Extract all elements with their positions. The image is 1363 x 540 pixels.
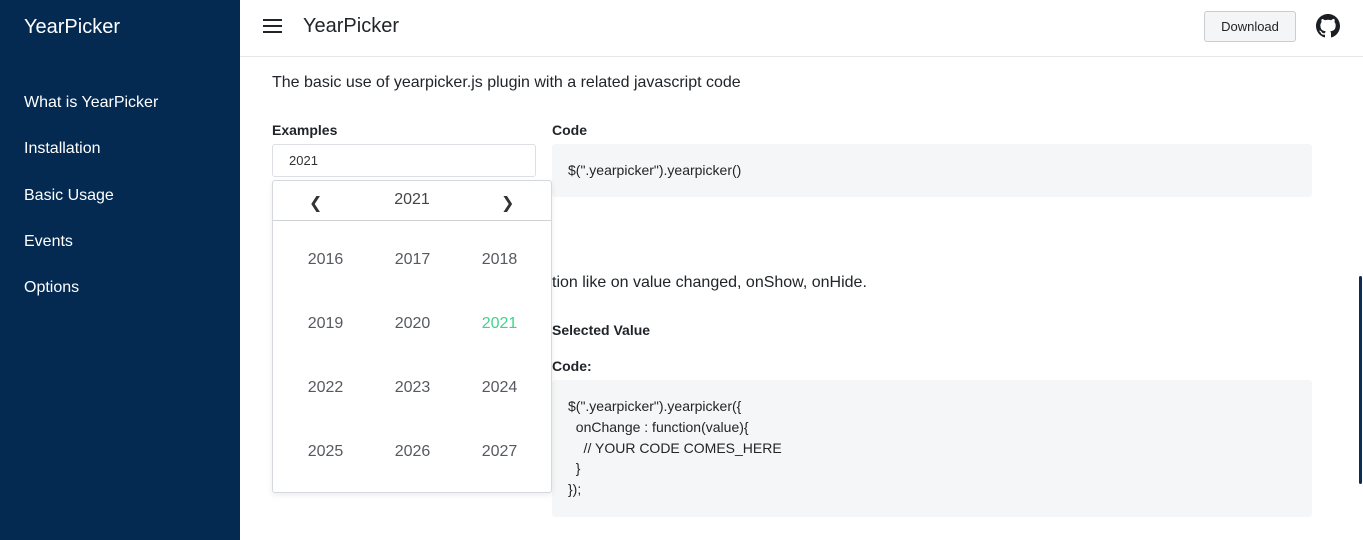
year-cell-2022[interactable]: 2022 bbox=[282, 379, 369, 397]
year-cell-2016[interactable]: 2016 bbox=[282, 251, 369, 269]
events-description: tion like on value changed, onShow, onHi… bbox=[552, 274, 867, 291]
intro-text: The basic use of yearpicker.js plugin wi… bbox=[272, 74, 741, 91]
next-year-chevron-icon[interactable]: ❯ bbox=[501, 193, 514, 213]
year-picker-dropdown: ❮ 2021 ❯ 2016 2017 2018 2019 2020 2021 2022 202… bbox=[272, 180, 552, 493]
year-picker-header: ❮ 2021 ❯ bbox=[273, 181, 551, 221]
year-cell-2019[interactable]: 2019 bbox=[282, 315, 369, 333]
examples-label: Examples bbox=[272, 122, 338, 138]
year-cell-2023[interactable]: 2023 bbox=[369, 379, 456, 397]
code-text-basic: $(".yearpicker").yearpicker() bbox=[568, 162, 742, 178]
sidebar-item-options[interactable]: Options bbox=[24, 279, 79, 297]
year-cell-2018[interactable]: 2018 bbox=[456, 251, 543, 269]
sidebar-item-what-is-yearpicker[interactable]: What is YearPicker bbox=[24, 94, 158, 112]
sidebar-item-basic-usage[interactable]: Basic Usage bbox=[24, 187, 114, 205]
year-cell-2024[interactable]: 2024 bbox=[456, 379, 543, 397]
sidebar-item-installation[interactable]: Installation bbox=[24, 140, 101, 158]
hamburger-menu-icon[interactable] bbox=[263, 19, 283, 35]
scrollbar-thumb[interactable] bbox=[1359, 276, 1362, 484]
github-icon[interactable] bbox=[1316, 14, 1340, 38]
code-block-events: $(".yearpicker").yearpicker({ onChange :… bbox=[552, 380, 1312, 517]
code2-label: Code: bbox=[552, 358, 592, 374]
sidebar-brand[interactable]: YearPicker bbox=[24, 16, 120, 39]
year-cell-2026[interactable]: 2026 bbox=[369, 443, 456, 461]
year-input[interactable] bbox=[272, 144, 536, 177]
code-block-basic: $(".yearpicker").yearpicker() bbox=[552, 144, 1312, 197]
year-cell-2020[interactable]: 2020 bbox=[369, 315, 456, 333]
top-bar: YearPicker Download bbox=[240, 0, 1363, 57]
year-cell-2025[interactable]: 2025 bbox=[282, 443, 369, 461]
sidebar: YearPicker What is YearPicker Installati… bbox=[0, 0, 240, 540]
sidebar-item-events[interactable]: Events bbox=[24, 233, 73, 251]
selected-value-label: Selected Value bbox=[552, 322, 651, 338]
code-text-events: $(".yearpicker").yearpicker({ onChange :… bbox=[568, 398, 782, 498]
year-cell-2027[interactable]: 2027 bbox=[456, 443, 543, 461]
page-title: YearPicker bbox=[303, 15, 399, 37]
download-button[interactable]: Download bbox=[1204, 11, 1296, 42]
code-label: Code bbox=[552, 122, 587, 138]
year-cell-2017[interactable]: 2017 bbox=[369, 251, 456, 269]
year-cell-2021[interactable]: 2021 bbox=[456, 315, 543, 333]
